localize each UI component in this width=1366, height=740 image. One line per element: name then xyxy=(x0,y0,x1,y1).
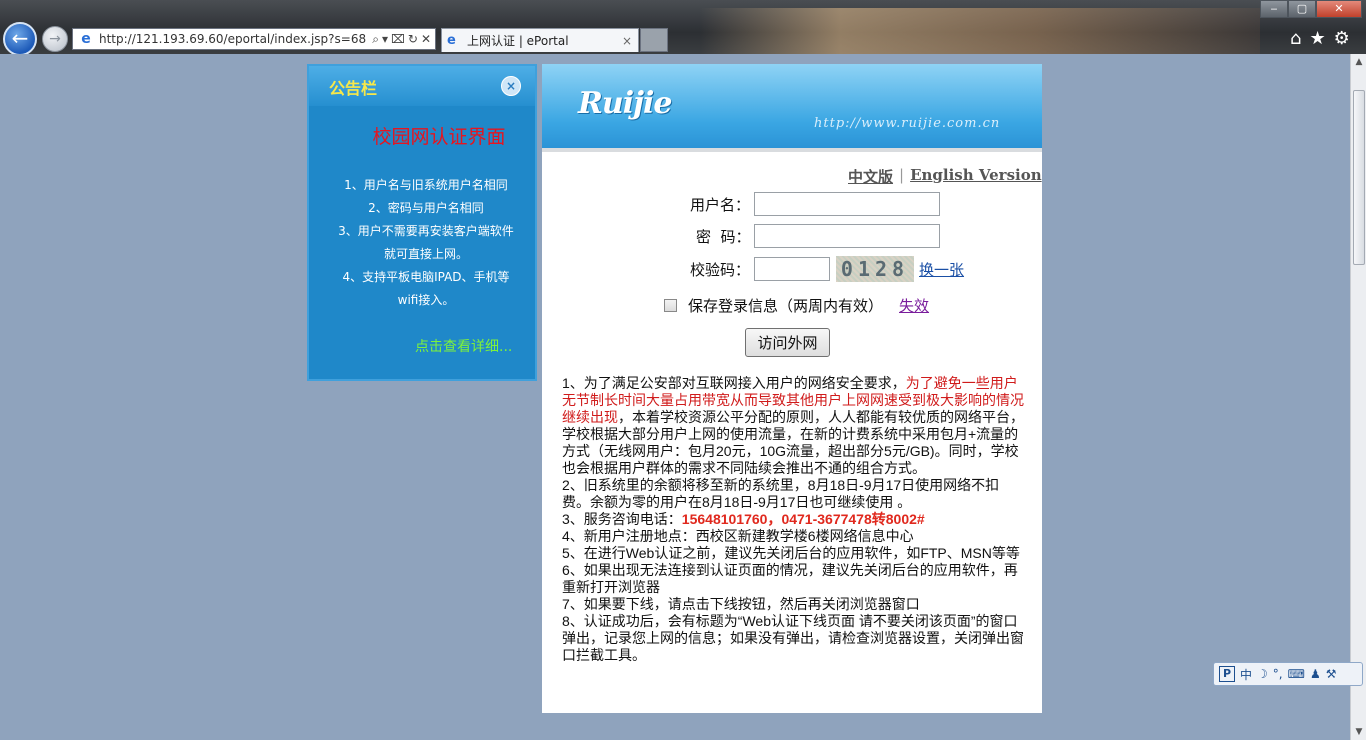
keyboard-icon[interactable]: ⌨ xyxy=(1288,667,1305,681)
remember-label: 保存登录信息（两周内有效） xyxy=(688,297,884,315)
tab-close-icon[interactable]: × xyxy=(622,34,638,48)
ie-page-icon: e xyxy=(81,31,91,47)
user-icon[interactable]: ♟ xyxy=(1310,667,1321,681)
address-bar[interactable]: e http://121.193.69.60/eportal/index.jsp… xyxy=(72,28,436,50)
notice-board: 公告栏 × 校园网认证界面 1、用户名与旧系统用户名相同 2、密码与用户名相同 … xyxy=(307,64,537,381)
captcha-image: 0128 xyxy=(836,256,914,282)
tab-page-icon: e xyxy=(447,33,456,48)
language-switch: 中文版 | English Version xyxy=(848,166,1042,187)
back-button[interactable]: ← xyxy=(3,22,37,54)
banner-divider xyxy=(542,148,1042,152)
vertical-scrollbar[interactable]: ▲ ▼ xyxy=(1350,54,1366,740)
notice-list: 1、用户名与旧系统用户名相同 2、密码与用户名相同 3、用户不需要再安装客户端软… xyxy=(333,174,519,312)
minimize-button[interactable]: ‒ xyxy=(1260,0,1288,18)
settings-tool-icon[interactable]: ⚒ xyxy=(1326,667,1337,681)
view-details-link[interactable]: 点击查看详细... xyxy=(415,336,512,356)
remember-row: 保存登录信息（两周内有效） 失效 xyxy=(664,295,929,316)
note-4: 4、新用户注册地点：西校区新建教学楼6楼网络信息中心 xyxy=(562,528,914,544)
notice-header: 公告栏 × xyxy=(309,66,535,106)
tab-eportal[interactable]: e 上网认证 | ePortal × xyxy=(441,28,639,52)
note-5: 5、在进行Web认证之前，建议先关闭后台的应用软件，如FTP、MSN等等 xyxy=(562,545,1020,561)
captcha-input[interactable] xyxy=(754,257,830,281)
ime-toolbar: P 中 ☽ °, ⌨ ♟ ⚒ xyxy=(1213,662,1363,686)
list-item: 1、用户名与旧系统用户名相同 xyxy=(344,178,508,192)
username-input[interactable] xyxy=(754,192,940,216)
note-8: 8、认证成功后，会有标题为“Web认证下线页面 请不要关闭该页面”的窗口弹出，记… xyxy=(562,613,1024,663)
search-icon[interactable]: ⌕ xyxy=(372,32,379,47)
username-label: 用户名： xyxy=(690,195,751,214)
ime-halfwidth-icon[interactable]: ☽ xyxy=(1257,667,1268,681)
browser-chrome: ← → e http://121.193.69.60/eportal/index… xyxy=(0,0,1366,54)
ime-chinese-mode[interactable]: 中 xyxy=(1240,666,1252,683)
ruijie-logo: Ruijie xyxy=(578,86,672,121)
english-version-link[interactable]: English Version xyxy=(910,166,1042,187)
window-controls: ‒ ▢ ✕ xyxy=(1260,0,1362,18)
close-window-button[interactable]: ✕ xyxy=(1316,0,1362,18)
access-internet-button[interactable]: 访问外网 xyxy=(745,328,830,357)
password-row: 密 码： xyxy=(696,224,940,248)
browser-tools: ⌂ ★ ⚙ xyxy=(1290,28,1350,49)
favorites-icon[interactable]: ★ xyxy=(1309,28,1325,49)
stop-icon[interactable]: ✕ xyxy=(421,32,431,47)
note-6: 6、如果出现无法连接到认证页面的情况，建议先关闭后台的应用软件，再重新打开浏览器 xyxy=(562,562,1018,595)
language-separator: | xyxy=(899,166,905,184)
captcha-row: 校验码： 0128 换一张 xyxy=(690,256,964,282)
new-tab-button[interactable] xyxy=(640,28,668,52)
title-bar-decoration xyxy=(700,8,1260,54)
ime-punctuation-icon[interactable]: °, xyxy=(1273,667,1283,681)
refresh-icon[interactable]: ↻ xyxy=(408,32,418,47)
invalidate-link[interactable]: 失效 xyxy=(899,295,929,316)
list-item: 3、用户不需要再安装客户端软件就可直接上网。 xyxy=(338,224,514,261)
refresh-captcha-link[interactable]: 换一张 xyxy=(919,259,964,280)
notes-text: 1、为了满足公安部对互联网接入用户的网络安全要求，为了避免一些用户无节制长时间大… xyxy=(562,375,1024,664)
note-7: 7、如果要下线，请点击下线按钮，然后再关闭浏览器窗口 xyxy=(562,596,920,612)
scroll-down-icon[interactable]: ▼ xyxy=(1351,724,1366,740)
back-arrow-icon: ← xyxy=(11,26,29,50)
scroll-up-icon[interactable]: ▲ xyxy=(1351,54,1366,70)
chinese-version-link[interactable]: 中文版 xyxy=(848,166,893,187)
maximize-button[interactable]: ▢ xyxy=(1288,0,1316,18)
service-phone: 15648101760，0471-3677478转8002# xyxy=(681,511,925,527)
note-3: 3、服务咨询电话：15648101760，0471-3677478转8002# xyxy=(562,511,925,527)
tab-title: 上网认证 | ePortal xyxy=(467,34,569,48)
forward-button[interactable]: → xyxy=(42,26,68,52)
note-2: 2、旧系统里的余额将移至新的系统里，8月18日-9月17日使用网络不扣费。余额为… xyxy=(562,477,1000,510)
gear-icon[interactable]: ⚙ xyxy=(1334,28,1350,49)
site-url: http://www.ruijie.com.cn xyxy=(814,116,1001,131)
close-icon[interactable]: × xyxy=(501,76,521,96)
header-banner: Ruijie http://www.ruijie.com.cn xyxy=(542,64,1042,148)
scroll-thumb[interactable] xyxy=(1353,90,1365,265)
password-label: 密 码： xyxy=(696,227,751,246)
address-tools: ⌕ ▾ ⌧ ↻ ✕ xyxy=(372,32,435,47)
home-icon[interactable]: ⌂ xyxy=(1290,28,1301,49)
compat-view-icon[interactable]: ⌧ xyxy=(391,32,405,47)
password-input[interactable] xyxy=(754,224,940,248)
address-url[interactable]: http://121.193.69.60/eportal/index.jsp?s… xyxy=(99,32,372,46)
login-panel: Ruijie http://www.ruijie.com.cn 中文版 | En… xyxy=(542,64,1042,713)
captcha-label: 校验码： xyxy=(690,260,751,279)
dropdown-icon[interactable]: ▾ xyxy=(382,32,388,47)
remember-checkbox[interactable] xyxy=(664,299,677,312)
note-1: 1、为了满足公安部对互联网接入用户的网络安全要求，为了避免一些用户无节制长时间大… xyxy=(562,375,1024,476)
list-item: 2、密码与用户名相同 xyxy=(368,201,484,215)
ime-logo-icon[interactable]: P xyxy=(1219,666,1235,682)
forward-arrow-icon: → xyxy=(49,31,61,47)
notice-heading: 校园网认证界面 xyxy=(372,126,506,148)
notice-title: 公告栏 xyxy=(329,79,378,98)
username-row: 用户名： xyxy=(690,192,940,216)
list-item: 4、支持平板电脑IPAD、手机等wifi接入。 xyxy=(342,270,510,307)
